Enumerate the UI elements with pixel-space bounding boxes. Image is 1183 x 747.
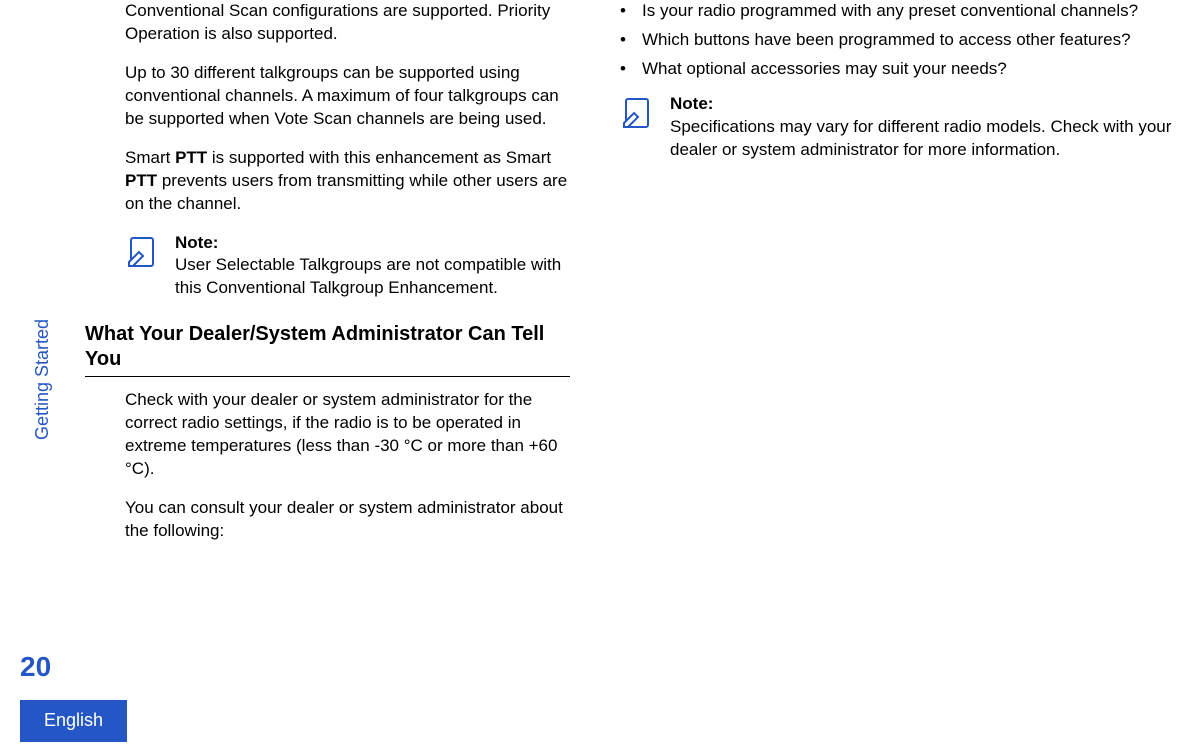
list-item: •Which buttons have been programmed to a… (620, 29, 1180, 52)
note-icon (125, 234, 161, 270)
note-title: Note: (175, 232, 570, 255)
column-1: Conventional Scan configurations are sup… (85, 0, 570, 559)
note-icon (620, 95, 656, 131)
heading-divider (85, 376, 570, 377)
paragraph: Smart PTT is supported with this enhance… (125, 147, 570, 216)
paragraph: Up to 30 different talkgroups can be sup… (125, 62, 570, 131)
section-label: Getting Started (30, 319, 54, 440)
note-body: User Selectable Talkgroups are not compa… (175, 255, 561, 297)
note-block: Note: Specifications may vary for differ… (620, 93, 1180, 162)
page-number: 20 (20, 648, 51, 686)
page: Getting Started 20 English Conventional … (0, 0, 1183, 747)
list-item: •What optional accessories may suit your… (620, 58, 1180, 81)
paragraph: You can consult your dealer or system ad… (125, 497, 570, 543)
language-tab: English (20, 700, 127, 742)
note-text: Note: User Selectable Talkgroups are not… (175, 232, 570, 301)
note-block: Note: User Selectable Talkgroups are not… (125, 232, 570, 301)
paragraph: Conventional Scan configurations are sup… (125, 0, 570, 46)
note-body: Specifications may vary for different ra… (670, 117, 1171, 159)
note-title: Note: (670, 93, 1180, 116)
note-text: Note: Specifications may vary for differ… (670, 93, 1180, 162)
list-item: •Is your radio programmed with any prese… (620, 0, 1180, 23)
column-2: •Is your radio programmed with any prese… (620, 0, 1180, 559)
section-heading: What Your Dealer/System Administrator Ca… (85, 322, 570, 372)
bullet-list: •Is your radio programmed with any prese… (620, 0, 1180, 81)
paragraph: Check with your dealer or system adminis… (125, 389, 570, 481)
